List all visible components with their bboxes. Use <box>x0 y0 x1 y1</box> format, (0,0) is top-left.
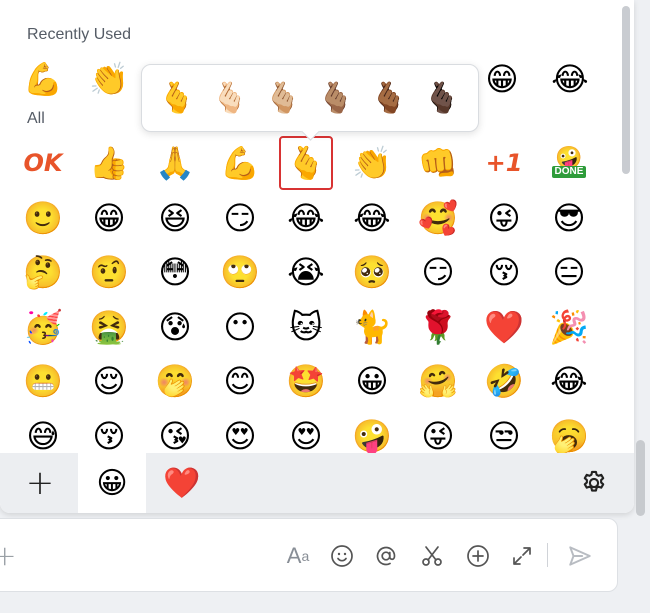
emoji-tab-bar: + 😀 ❤️ <box>0 453 634 513</box>
smiley-outline-icon <box>331 545 353 567</box>
emoji-cell[interactable]: 🌹 <box>411 300 465 354</box>
emoji-cell[interactable]: 😎 <box>542 191 596 245</box>
emoji-cell[interactable]: 👊 <box>411 136 465 190</box>
emoji-cell[interactable]: 🐈 <box>345 300 399 354</box>
tab-emoji[interactable]: 😀 <box>78 453 146 513</box>
toolbar-divider <box>547 543 548 567</box>
emoji-button[interactable] <box>327 541 357 571</box>
emoji-cell[interactable]: 🤩 <box>279 354 333 408</box>
skin-tone-option[interactable]: 🫰🏽 <box>311 73 361 123</box>
send-icon <box>569 546 591 566</box>
mention-button[interactable] <box>371 541 401 571</box>
emoji-cell[interactable]: 😑 <box>542 245 596 299</box>
attach-plus-icon[interactable]: + <box>0 539 16 572</box>
tab-favorites[interactable]: ❤️ <box>148 453 216 513</box>
emoji-cell[interactable]: 😆 <box>148 191 202 245</box>
emoji-cell[interactable]: OK <box>16 136 70 190</box>
emoji-cell[interactable]: 🙂 <box>16 191 70 245</box>
tab-add[interactable]: + <box>6 453 74 513</box>
emoji-cell[interactable]: 🙏 <box>148 136 202 190</box>
selected-emoji-cell[interactable]: 🫰 <box>279 136 333 190</box>
recent-emoji[interactable]: 😁 <box>475 52 529 106</box>
emoji-cell[interactable]: 😰 <box>148 300 202 354</box>
done-label: DONE <box>551 166 587 178</box>
emoji-cell[interactable]: 🤨 <box>82 245 136 299</box>
emoji-cell[interactable]: 😊 <box>213 354 267 408</box>
recent-emoji[interactable]: 😂 <box>543 52 597 106</box>
font-format-button[interactable]: Aa <box>283 541 313 571</box>
emoji-picker-panel: Recently Used 💪 👏 😁 😂 All OK 👍 🙏 💪 🫰 👏 👊 +1 🤪 DONE 🙂 😁… <box>0 0 634 513</box>
emoji-cell[interactable]: 😜 <box>477 191 531 245</box>
smiley-icon: 😀 <box>96 465 128 501</box>
emoji-cell[interactable]: 😭 <box>279 245 333 299</box>
emoji-cell[interactable]: 🤪 DONE <box>542 136 596 190</box>
scissors-icon <box>422 546 442 566</box>
emoji-cell[interactable]: 😂 <box>345 191 399 245</box>
plus-circle-icon <box>467 545 489 567</box>
at-sign-icon <box>376 546 396 566</box>
emoji-cell[interactable]: 😒 <box>477 409 531 453</box>
emoji-cell[interactable]: ❤️ <box>477 300 531 354</box>
emoji-cell[interactable]: 🤗 <box>411 354 465 408</box>
emoji-cell[interactable]: 😀 <box>345 354 399 408</box>
section-label-all: All <box>27 110 45 127</box>
emoji-cell[interactable]: 🥰 <box>411 191 465 245</box>
emoji-cell[interactable]: 😂 <box>542 354 596 408</box>
add-more-button[interactable] <box>463 541 493 571</box>
emoji-cell[interactable]: 😘 <box>148 409 202 453</box>
heart-icon: ❤️ <box>163 465 201 501</box>
emoji-cell[interactable]: +1 <box>477 136 531 190</box>
outer-scrollbar-thumb[interactable] <box>636 440 645 516</box>
emoji-cell[interactable]: 🥳 <box>16 300 70 354</box>
emoji-cell[interactable]: 😁 <box>82 191 136 245</box>
emoji-cell[interactable]: 👏 <box>345 136 399 190</box>
recent-emoji[interactable]: 💪 <box>16 52 70 106</box>
emoji-cell[interactable]: 😜 <box>411 409 465 453</box>
skin-tone-option[interactable]: 🫰🏼 <box>258 73 308 123</box>
emoji-cell[interactable]: 😚 <box>82 409 136 453</box>
emoji-cell[interactable]: 😂 <box>279 191 333 245</box>
emoji-scrollbar-thumb[interactable] <box>622 6 630 174</box>
emoji-cell[interactable]: 👍 <box>82 136 136 190</box>
skin-tone-option[interactable]: 🫰🏻 <box>205 73 255 123</box>
settings-button[interactable] <box>576 465 612 501</box>
emoji-cell[interactable]: 🥱 <box>542 409 596 453</box>
emoji-cell[interactable]: 🤭 <box>148 354 202 408</box>
emoji-cell[interactable]: 🤔 <box>16 245 70 299</box>
emoji-cell[interactable]: 🐱 <box>279 300 333 354</box>
emoji-cell[interactable]: 😍 <box>279 409 333 453</box>
emoji-cell[interactable]: 🥺 <box>345 245 399 299</box>
emoji-scroll-area[interactable]: Recently Used 💪 👏 😁 😂 All OK 👍 🙏 💪 🫰 👏 👊 +1 🤪 DONE 🙂 😁… <box>0 0 618 453</box>
skin-tone-popup: 🫰 🫰🏻 🫰🏼 🫰🏽 🫰🏾 🫰🏿 <box>141 64 479 132</box>
emoji-cell[interactable]: 💪 <box>213 136 267 190</box>
emoji-cell[interactable]: 😳 <box>148 245 202 299</box>
message-input-bar: + Aa <box>0 518 618 592</box>
expand-icon <box>513 547 531 565</box>
send-button[interactable] <box>565 541 595 571</box>
skin-tone-option[interactable]: 🫰🏿 <box>417 73 467 123</box>
section-label-recently-used: Recently Used <box>27 26 132 43</box>
emoji-cell[interactable]: 🙄 <box>213 245 267 299</box>
emoji-cell[interactable]: 😬 <box>16 354 70 408</box>
skin-tone-option[interactable]: 🫰 <box>152 73 202 123</box>
emoji-cell[interactable]: 😅 <box>16 409 70 453</box>
screenshot-button[interactable] <box>417 541 447 571</box>
skin-tone-option[interactable]: 🫰🏾 <box>364 73 414 123</box>
emoji-cell[interactable]: 😶 <box>213 300 267 354</box>
gear-icon <box>583 470 605 492</box>
recent-emoji[interactable]: 👏 <box>82 52 136 106</box>
emoji-cell[interactable]: 😌 <box>82 354 136 408</box>
emoji-cell[interactable]: 😍 <box>213 409 267 453</box>
plus-icon: + <box>25 463 55 503</box>
emoji-cell[interactable]: 🎉 <box>542 300 596 354</box>
emoji-cell[interactable]: 😚 <box>477 245 531 299</box>
expand-button[interactable] <box>507 541 537 571</box>
emoji-cell[interactable]: 😏 <box>213 191 267 245</box>
emoji-cell[interactable]: 😏 <box>411 245 465 299</box>
emoji-cell[interactable]: 🤪 <box>345 409 399 453</box>
emoji-cell[interactable]: 🤣 <box>477 354 531 408</box>
emoji-cell[interactable]: 🤮 <box>82 300 136 354</box>
